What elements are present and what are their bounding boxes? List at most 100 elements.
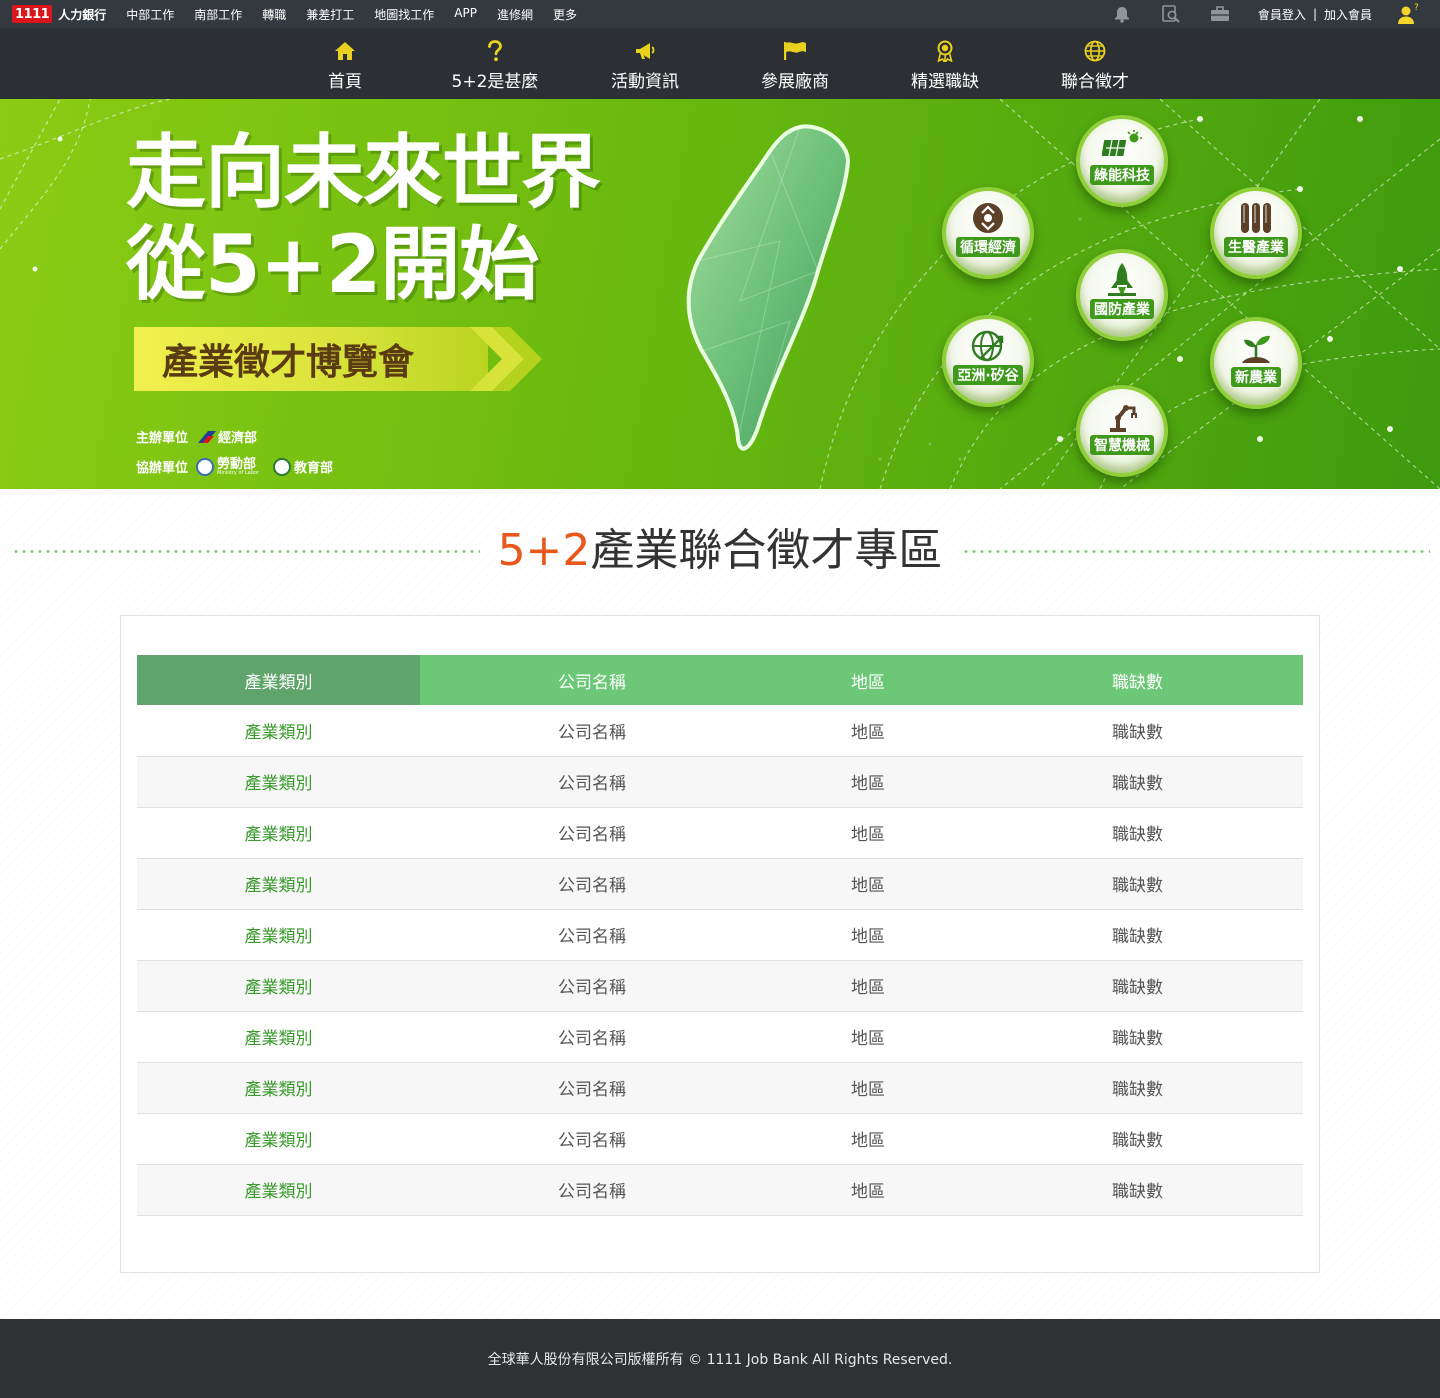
industry-green-energy[interactable]: 綠能科技 [1076,115,1168,207]
recycle-icon [970,201,1006,235]
cell-region: 地區 [764,756,972,808]
cell-company[interactable]: 公司名稱 [420,1062,764,1114]
cell-industry[interactable]: 產業類別 [137,909,420,961]
nav-joint-recruitment[interactable]: 聯合徵才 [1020,28,1170,99]
rocket-icon [1105,263,1139,297]
industry-new-agriculture[interactable]: 新農業 [1210,317,1302,409]
cell-industry[interactable]: 產業類別 [137,1011,420,1063]
top-link-part-time[interactable]: 兼差打工 [306,6,354,23]
cell-openings: 職缺數 [972,960,1303,1012]
cell-region: 地區 [764,1113,972,1165]
industry-defense[interactable]: 國防產業 [1076,249,1168,341]
cell-company[interactable]: 公司名稱 [420,1164,764,1216]
cell-company[interactable]: 公司名稱 [420,756,764,808]
login-link[interactable]: 會員登入 [1258,6,1306,23]
top-link-education[interactable]: 進修網 [497,6,533,23]
industry-circular-economy[interactable]: 循環經濟 [942,187,1034,279]
cell-region: 地區 [764,960,972,1012]
cell-company[interactable]: 公司名稱 [420,1113,764,1165]
industry-asia-silicon-valley[interactable]: 亞洲·矽谷 [942,315,1034,407]
nav-events-label: 活動資訊 [611,72,679,92]
bell-icon[interactable] [1111,0,1133,28]
solar-panel-icon [1102,129,1142,163]
brand-logo[interactable]: 1111 [12,5,53,23]
table-row[interactable]: 產業類別 公司名稱 地區 職缺數 [137,909,1303,961]
co-organizers: 協辦單位 勞動部 Ministry of Labor 教育部 [136,457,333,476]
table-row[interactable]: 產業類別 公司名稱 地區 職缺數 [137,1011,1303,1063]
flag-icon [783,40,807,62]
cell-region: 地區 [764,909,972,961]
cell-industry[interactable]: 產業類別 [137,807,420,859]
user-help-icon[interactable]: ? [1394,0,1424,28]
cell-region: 地區 [764,1011,972,1063]
cell-industry[interactable]: 產業類別 [137,1113,420,1165]
top-link-central-jobs[interactable]: 中部工作 [126,6,174,23]
table-row[interactable]: 產業類別 公司名稱 地區 職缺數 [137,756,1303,808]
section-title-text: 產業聯合徵才專區 [590,525,943,576]
industry-new-agriculture-label: 新農業 [1231,367,1281,387]
cell-company[interactable]: 公司名稱 [420,1011,764,1063]
cell-region: 地區 [764,705,972,757]
co-org2-name: 教育部 [294,461,334,476]
cell-industry[interactable]: 產業類別 [137,1062,420,1114]
expo-title: 產業徵才博覽會 [162,342,415,383]
cell-industry[interactable]: 產業類別 [137,1164,420,1216]
join-link[interactable]: 加入會員 [1324,6,1372,23]
cell-openings: 職缺數 [972,1062,1303,1114]
cell-company[interactable]: 公司名稱 [420,807,764,859]
header-region[interactable]: 地區 [764,655,972,705]
cell-company[interactable]: 公司名稱 [420,960,764,1012]
cell-openings: 職缺數 [972,807,1303,859]
banner-title-line2: 從5+2開始 [126,218,539,311]
cell-industry[interactable]: 產業類別 [137,960,420,1012]
cell-industry[interactable]: 產業類別 [137,705,420,757]
brand[interactable]: 1111 人力銀行 [12,0,106,28]
nav-what-is-5-2-label: 5+2是甚麼 [451,72,539,92]
table-row[interactable]: 產業類別 公司名稱 地區 職缺數 [137,960,1303,1012]
table-header-row: 產業類別 公司名稱 地區 職缺數 [137,655,1303,705]
host-org-name: 經濟部 [218,431,258,446]
industry-smart-machinery[interactable]: 智慧機械 [1076,385,1168,477]
cell-industry[interactable]: 產業類別 [137,756,420,808]
table-row[interactable]: 產業類別 公司名稱 地區 職缺數 [137,1113,1303,1165]
table-row[interactable]: 產業類別 公司名稱 地區 職缺數 [137,1062,1303,1114]
jobs-table-card: 產業類別 公司名稱 地區 職缺數 產業類別 公司名稱 地區 職缺數 產業類別 公… [120,615,1320,1273]
search-doc-icon[interactable] [1160,0,1182,28]
co-org1-name: 勞動部 [217,456,257,472]
award-icon [936,40,954,62]
top-link-more[interactable]: 更多 [553,6,577,23]
nav-joint-recruitment-label: 聯合徵才 [1061,72,1129,92]
header-company[interactable]: 公司名稱 [420,655,764,705]
moe-logo: 教育部 [273,457,333,476]
industry-circular-economy-label: 循環經濟 [956,237,1020,257]
cell-region: 地區 [764,807,972,859]
cell-industry[interactable]: 產業類別 [137,858,420,910]
nav-featured-jobs[interactable]: 精選職缺 [870,28,1020,99]
nav-what-is-5-2[interactable]: 5+2是甚麼 [420,28,570,99]
table-row[interactable]: 產業類別 公司名稱 地區 職缺數 [137,705,1303,757]
top-link-map-search[interactable]: 地圖找工作 [374,6,434,23]
brand-name[interactable]: 人力銀行 [58,6,106,23]
briefcase-icon[interactable] [1209,0,1231,28]
cell-company[interactable]: 公司名稱 [420,858,764,910]
top-link-south-jobs[interactable]: 南部工作 [194,6,242,23]
top-link-app[interactable]: APP [454,6,477,23]
main-nav: 首頁 5+2是甚麼 活動資訊 參展廠商 精選職缺 聯合徵才 [0,28,1440,99]
cell-region: 地區 [764,1062,972,1114]
table-row[interactable]: 產業類別 公司名稱 地區 職缺數 [137,1164,1303,1216]
header-industry[interactable]: 產業類別 [137,655,420,705]
cell-openings: 職缺數 [972,1113,1303,1165]
top-right-tools: 會員登入 | 加入會員 ? [1111,0,1440,28]
top-link-career-change[interactable]: 轉職 [262,6,286,23]
industry-biomedical[interactable]: 生醫產業 [1210,187,1302,279]
cell-company[interactable]: 公司名稱 [420,909,764,961]
table-row[interactable]: 產業類別 公司名稱 地區 職缺數 [137,858,1303,910]
table-row[interactable]: 產業類別 公司名稱 地區 職缺數 [137,807,1303,859]
nav-events[interactable]: 活動資訊 [570,28,720,99]
cell-company[interactable]: 公司名稱 [420,705,764,757]
nav-exhibitors[interactable]: 參展廠商 [720,28,870,99]
banner-title-line1: 走向未來世界 [126,126,601,219]
nav-home[interactable]: 首頁 [270,28,420,99]
header-openings[interactable]: 職缺數 [972,655,1303,705]
host-label: 主辦單位 [136,431,189,446]
